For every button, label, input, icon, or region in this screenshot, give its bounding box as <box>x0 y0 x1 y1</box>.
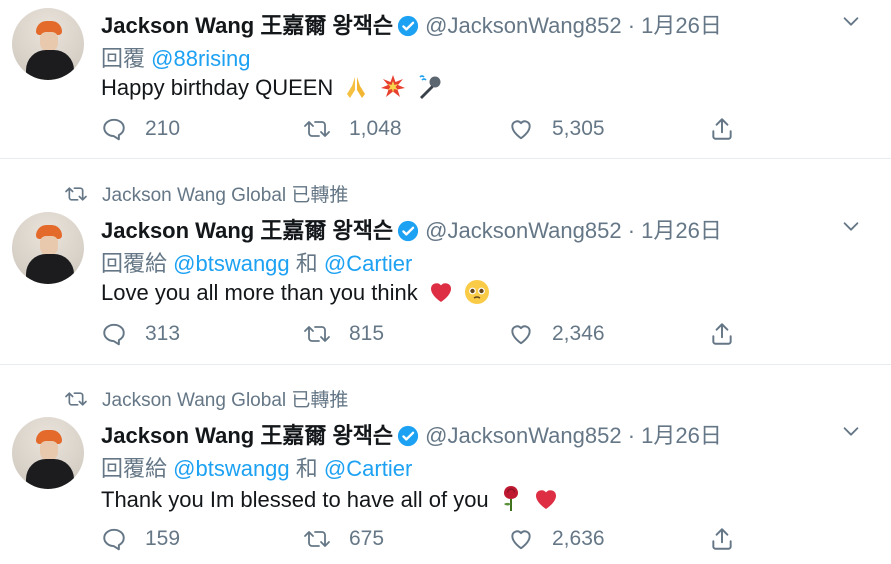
retweeted-by[interactable]: Jackson Wang Global 已轉推 <box>102 185 348 206</box>
reply-count: 313 <box>145 322 181 345</box>
display-name[interactable]: Jackson Wang 王嘉爾 왕잭슨 <box>101 218 393 243</box>
reply-mention[interactable]: @btswangg <box>173 456 290 481</box>
share-button[interactable] <box>709 526 753 552</box>
retweet-icon <box>304 121 330 137</box>
reply-prefix: 回覆 <box>101 46 146 71</box>
tweet-text: Thank you Im blessed to have all of you <box>101 487 489 512</box>
tweet-1[interactable]: Jackson Wang 王嘉爾 왕잭슨 @JacksonWang852 · 1月… <box>0 0 891 158</box>
reply-prefix: 回覆給 <box>101 251 168 276</box>
share-icon <box>712 118 732 140</box>
heart-icon <box>511 530 531 550</box>
reply-joiner: 和 <box>295 456 318 481</box>
tweet-actions: 159 675 2,636 <box>101 526 861 556</box>
reply-mention[interactable]: @Cartier <box>324 456 412 481</box>
handle[interactable]: @JacksonWang852 <box>425 423 621 448</box>
retweeted-by[interactable]: Jackson Wang Global 已轉推 <box>102 390 348 411</box>
tweet-header: Jackson Wang 王嘉爾 왕잭슨 @JacksonWang852 · 1月… <box>101 13 722 38</box>
reply-icon <box>103 118 125 141</box>
tweet-text: Happy birthday QUEEN <box>101 75 334 100</box>
retweeted-by-row: Jackson Wang Global 已轉推 <box>64 385 348 412</box>
tweet-actions: 313 815 2,346 <box>101 321 861 351</box>
reply-mention[interactable]: @88rising <box>151 46 250 71</box>
tweet-date[interactable]: 1月26日 <box>641 218 722 243</box>
display-name[interactable]: Jackson Wang 王嘉爾 왕잭슨 <box>101 423 393 448</box>
red-heart-icon <box>535 490 556 509</box>
share-button[interactable] <box>709 116 753 142</box>
reply-mention[interactable]: @Cartier <box>324 251 412 276</box>
red-heart-icon <box>430 283 451 302</box>
retweet-icon <box>304 531 330 547</box>
tweet-text: Love you all more than you think <box>101 280 418 305</box>
like-button[interactable]: 2,346 <box>508 321 605 347</box>
chevron-down-icon[interactable] <box>840 215 862 237</box>
collision-icon <box>380 75 405 97</box>
verified-badge-icon <box>398 425 419 447</box>
tweet-text-row: Happy birthday QUEEN <box>101 74 444 101</box>
retweet-count: 815 <box>349 322 385 345</box>
like-button[interactable]: 2,636 <box>508 526 605 552</box>
retweeted-by-row: Jackson Wang Global 已轉推 <box>64 180 348 207</box>
share-button[interactable] <box>709 321 753 347</box>
like-count: 5,305 <box>552 117 605 140</box>
heart-icon <box>511 120 531 140</box>
reply-icon <box>103 528 125 551</box>
verified-badge-icon <box>398 220 419 242</box>
tweet-text-row: Thank you Im blessed to have all of you <box>101 484 559 513</box>
reply-context: 回覆給 @btswangg 和 @Cartier <box>101 246 412 278</box>
tweet-3[interactable]: Jackson Wang Global 已轉推 Jackson Wang 王嘉爾… <box>0 365 891 564</box>
like-button[interactable]: 5,305 <box>508 116 605 142</box>
retweet-count: 1,048 <box>349 117 402 140</box>
retweet-button[interactable]: 815 <box>303 321 384 347</box>
avatar[interactable] <box>12 417 84 489</box>
verified-badge-icon <box>398 15 419 37</box>
heart-icon <box>511 325 531 345</box>
reply-count: 210 <box>145 117 181 140</box>
retweet-icon <box>65 392 87 406</box>
microphone-icon <box>419 75 441 99</box>
reply-mention[interactable]: @btswangg <box>173 251 290 276</box>
reply-icon <box>103 323 125 346</box>
reply-button[interactable]: 159 <box>101 526 180 552</box>
like-count: 2,636 <box>552 527 605 550</box>
display-name[interactable]: Jackson Wang 王嘉爾 왕잭슨 <box>101 13 393 38</box>
pleading-face-icon <box>465 280 489 304</box>
retweet-icon <box>304 326 330 342</box>
reply-count: 159 <box>145 527 181 550</box>
tweet-header: Jackson Wang 王嘉爾 왕잭슨 @JacksonWang852 · 1月… <box>101 423 722 448</box>
tweet-2[interactable]: Jackson Wang Global 已轉推 Jackson Wang 王嘉爾… <box>0 159 891 364</box>
reply-joiner: 和 <box>295 251 318 276</box>
reply-button[interactable]: 210 <box>101 116 180 142</box>
chevron-down-icon[interactable] <box>840 10 862 32</box>
retweet-button[interactable]: 675 <box>303 526 384 552</box>
folded-hands-icon <box>347 77 366 98</box>
reply-button[interactable]: 313 <box>101 321 180 347</box>
rose-icon <box>503 486 518 511</box>
reply-context: 回覆 @88rising <box>101 41 251 73</box>
tweet-date[interactable]: 1月26日 <box>641 423 722 448</box>
chevron-down-icon[interactable] <box>840 420 862 442</box>
tweet-date[interactable]: 1月26日 <box>641 13 722 38</box>
like-count: 2,346 <box>552 322 605 345</box>
tweet-text-row: Love you all more than you think <box>101 279 490 306</box>
handle[interactable]: @JacksonWang852 <box>425 13 621 38</box>
reply-prefix: 回覆給 <box>101 456 168 481</box>
handle[interactable]: @JacksonWang852 <box>425 218 621 243</box>
tweet-header: Jackson Wang 王嘉爾 왕잭슨 @JacksonWang852 · 1月… <box>101 218 722 243</box>
avatar[interactable] <box>12 8 84 80</box>
reply-context: 回覆給 @btswangg 和 @Cartier <box>101 451 412 483</box>
share-icon <box>712 528 732 550</box>
tweet-actions: 210 1,048 5,305 <box>101 116 861 146</box>
share-icon <box>712 323 732 345</box>
retweet-icon <box>65 187 87 201</box>
retweet-count: 675 <box>349 527 385 550</box>
retweet-button[interactable]: 1,048 <box>303 116 402 142</box>
avatar[interactable] <box>12 212 84 284</box>
